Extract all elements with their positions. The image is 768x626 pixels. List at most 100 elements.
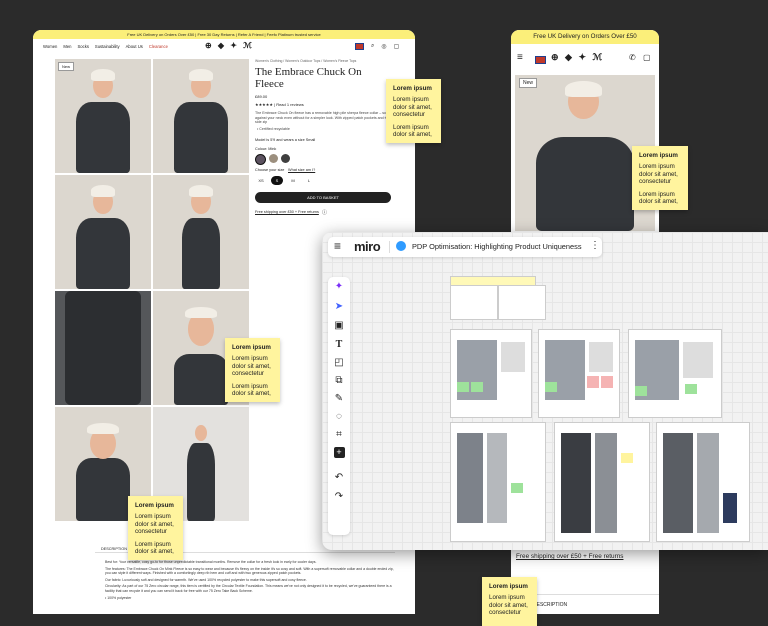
canvas-frame-1[interactable] xyxy=(450,329,532,418)
cursor-icon[interactable]: ➤ xyxy=(328,301,350,312)
product-title: The Embrace Chuck On Fleece xyxy=(255,66,362,90)
product-photo-4[interactable] xyxy=(153,175,249,289)
uk-flag-icon[interactable] xyxy=(535,56,546,64)
mobile-logo[interactable]: ⊕ ◆ ✦ ℳ xyxy=(551,52,604,63)
uk-flag-icon[interactable] xyxy=(355,43,364,50)
sticky-line-1: Lorem ipsum dolor sit amet, consectetur xyxy=(135,513,174,536)
sticky-line-1: Lorem ipsum dolor sit amet, consectetur xyxy=(232,355,271,378)
size-label: Choose your size xyxy=(255,168,285,172)
review-stars[interactable]: ★★★★★ | Read 1 reviews xyxy=(255,102,304,107)
sticky-note-1[interactable]: Lorem ipsum Lorem ipsum dolor sit amet, … xyxy=(386,79,441,143)
sticky-line-2: Lorem ipsum dolor sit amet, xyxy=(639,190,678,206)
sticky-line-2: Lorem ipsum dolor sit amet, xyxy=(135,540,174,556)
canvas-frame-2[interactable] xyxy=(538,329,620,418)
nav-socks[interactable]: Socks xyxy=(78,44,89,52)
swatch-stone[interactable] xyxy=(269,154,278,163)
basket-icon[interactable]: ▢ xyxy=(394,43,400,50)
size-options: XS S M L xyxy=(255,176,315,185)
size-guide-link[interactable]: What size am I? xyxy=(288,168,315,172)
canvas-frame-6[interactable] xyxy=(656,422,750,542)
canvas-frame-4[interactable] xyxy=(450,422,546,542)
pen-icon[interactable]: ✎ xyxy=(328,393,350,404)
add-icon[interactable]: + xyxy=(333,447,345,458)
size-l[interactable]: L xyxy=(303,176,315,185)
sticky-icon[interactable]: ◰ xyxy=(328,357,350,368)
mobile-description-tab[interactable]: DESCRIPTION xyxy=(533,602,567,608)
size-s[interactable]: S xyxy=(271,176,283,185)
shapes-icon[interactable]: ⧉ xyxy=(328,375,350,386)
sticky-line-2: Lorem ipsum dolor sit amet, xyxy=(232,382,271,398)
size-xs[interactable]: XS xyxy=(255,176,267,185)
sticky-line-1: Lorem ipsum dolor sit amet, consectetur xyxy=(393,96,432,119)
add-to-basket-label: ADD TO BASKET xyxy=(307,195,339,200)
sparkle-icon[interactable]: ✦ xyxy=(328,281,350,292)
board-title[interactable]: PDP Optimisation: Highlighting Product U… xyxy=(412,242,582,251)
account-icon[interactable]: ◎ xyxy=(381,43,386,50)
undo-icon[interactable]: ↶ xyxy=(328,472,350,483)
nav-clearance[interactable]: Clearance xyxy=(149,44,168,52)
product-photo-1[interactable]: New xyxy=(55,59,151,173)
desktop-nav: Women Men Socks Sustainability About Us … xyxy=(43,44,168,52)
frame-icon[interactable]: ▣ xyxy=(328,320,350,331)
desktop-promo-text: Free UK Delivery on Orders Over £50 | Fr… xyxy=(127,32,321,37)
sticky-title: Lorem ipsum xyxy=(489,583,528,590)
body-composition: • 100% polyester xyxy=(105,595,132,600)
menu-icon[interactable]: ≡ xyxy=(334,239,341,253)
phone-icon[interactable]: ✆ xyxy=(629,53,636,62)
model-info: Model is 5'9 and wears a size Small xyxy=(255,138,316,142)
sticky-line-1: Lorem ipsum dolor sit amet, consectetur xyxy=(639,163,678,186)
product-photo-2[interactable] xyxy=(153,59,249,173)
colour-label: Colour: Mink xyxy=(255,147,277,151)
search-icon[interactable]: ⌕ xyxy=(371,43,374,50)
miro-logo[interactable]: miro xyxy=(354,239,381,254)
body-best-for: Best for: Your versatile, cosy go-to for… xyxy=(105,560,317,564)
description-tab[interactable]: DESCRIPTION xyxy=(101,547,127,551)
canvas-brief-card-2[interactable] xyxy=(498,285,546,320)
more-icon[interactable]: ⋮ xyxy=(590,240,600,251)
free-shipping-link[interactable]: Free shipping over £50 + Free returns xyxy=(255,210,319,214)
add-to-basket-button[interactable]: ADD TO BASKET xyxy=(255,192,391,203)
sticky-note-5[interactable]: Lorem ipsum Lorem ipsum dolor sit amet, … xyxy=(482,577,537,626)
body-fabric: Our fabric: Luxuriously soft and designe… xyxy=(105,577,307,582)
swatch-charcoal[interactable] xyxy=(281,154,290,163)
sticky-note-3[interactable]: Lorem ipsum Lorem ipsum dolor sit amet, … xyxy=(225,338,280,402)
nav-women[interactable]: Women xyxy=(43,44,57,52)
canvas-frame-3[interactable] xyxy=(628,329,722,418)
nav-men[interactable]: Men xyxy=(63,44,71,52)
sticky-line-1: Lorem ipsum dolor sit amet, consectetur xyxy=(489,594,528,617)
mobile-new-badge: New xyxy=(519,78,538,88)
nav-about[interactable]: About Us xyxy=(126,44,143,52)
miro-header: ≡ miro PDP Optimisation: Highlighting Pr… xyxy=(328,237,602,257)
sticky-title: Lorem ipsum xyxy=(135,502,174,509)
hamburger-icon[interactable]: ≡ xyxy=(517,52,523,63)
desktop-logo[interactable]: ⊕ ◆ ✦ ℳ xyxy=(205,41,254,50)
sticky-line-2: Lorem ipsum dolor sit amet, xyxy=(393,123,432,139)
crop-icon[interactable]: ⌗ xyxy=(328,429,350,440)
canvas-brief-card-1[interactable] xyxy=(450,285,498,320)
swatch-mink[interactable] xyxy=(255,154,266,165)
basket-icon[interactable]: ▢ xyxy=(643,53,651,62)
product-photo-3[interactable] xyxy=(55,175,151,289)
nav-sustainability[interactable]: Sustainability xyxy=(95,44,120,52)
breadcrumb[interactable]: Women's Clothing / Women's Outdoor Tops … xyxy=(255,59,356,63)
mobile-free-shipping-link[interactable]: Free shipping over £50 + Free returns xyxy=(516,553,623,560)
size-m[interactable]: M xyxy=(287,176,299,185)
product-price: £89.00 xyxy=(255,94,268,99)
header-separator xyxy=(389,241,390,253)
sticky-note-2[interactable]: Lorem ipsum Lorem ipsum dolor sit amet, … xyxy=(632,146,688,210)
info-icon[interactable]: ⓘ xyxy=(322,209,327,216)
comment-icon[interactable]: ◌ xyxy=(328,411,350,422)
miro-toolbar: ✦ ➤ ▣ T ◰ ⧉ ✎ ◌ ⌗ + ↶ ↷ xyxy=(328,277,350,535)
description-body: Best for: Your versatile, cosy go-to for… xyxy=(105,560,395,600)
canvas-frame-5[interactable] xyxy=(554,422,650,542)
product-photo-5[interactable] xyxy=(55,291,151,405)
sticky-title: Lorem ipsum xyxy=(232,344,271,351)
text-icon[interactable]: T xyxy=(328,339,350,350)
desktop-header-icons: ⌕ ◎ ▢ xyxy=(355,43,399,50)
redo-icon[interactable]: ↷ xyxy=(328,491,350,502)
desktop-promo-bar: Free UK Delivery on Orders Over £50 | Fr… xyxy=(33,30,415,39)
colour-swatches xyxy=(255,154,290,165)
sticky-note-4[interactable]: Lorem ipsum Lorem ipsum dolor sit amet, … xyxy=(128,496,183,560)
mobile-promo-bar: Free UK Delivery on Orders Over £50 xyxy=(511,30,659,44)
miro-board-window: ≡ miro PDP Optimisation: Highlighting Pr… xyxy=(322,232,768,550)
